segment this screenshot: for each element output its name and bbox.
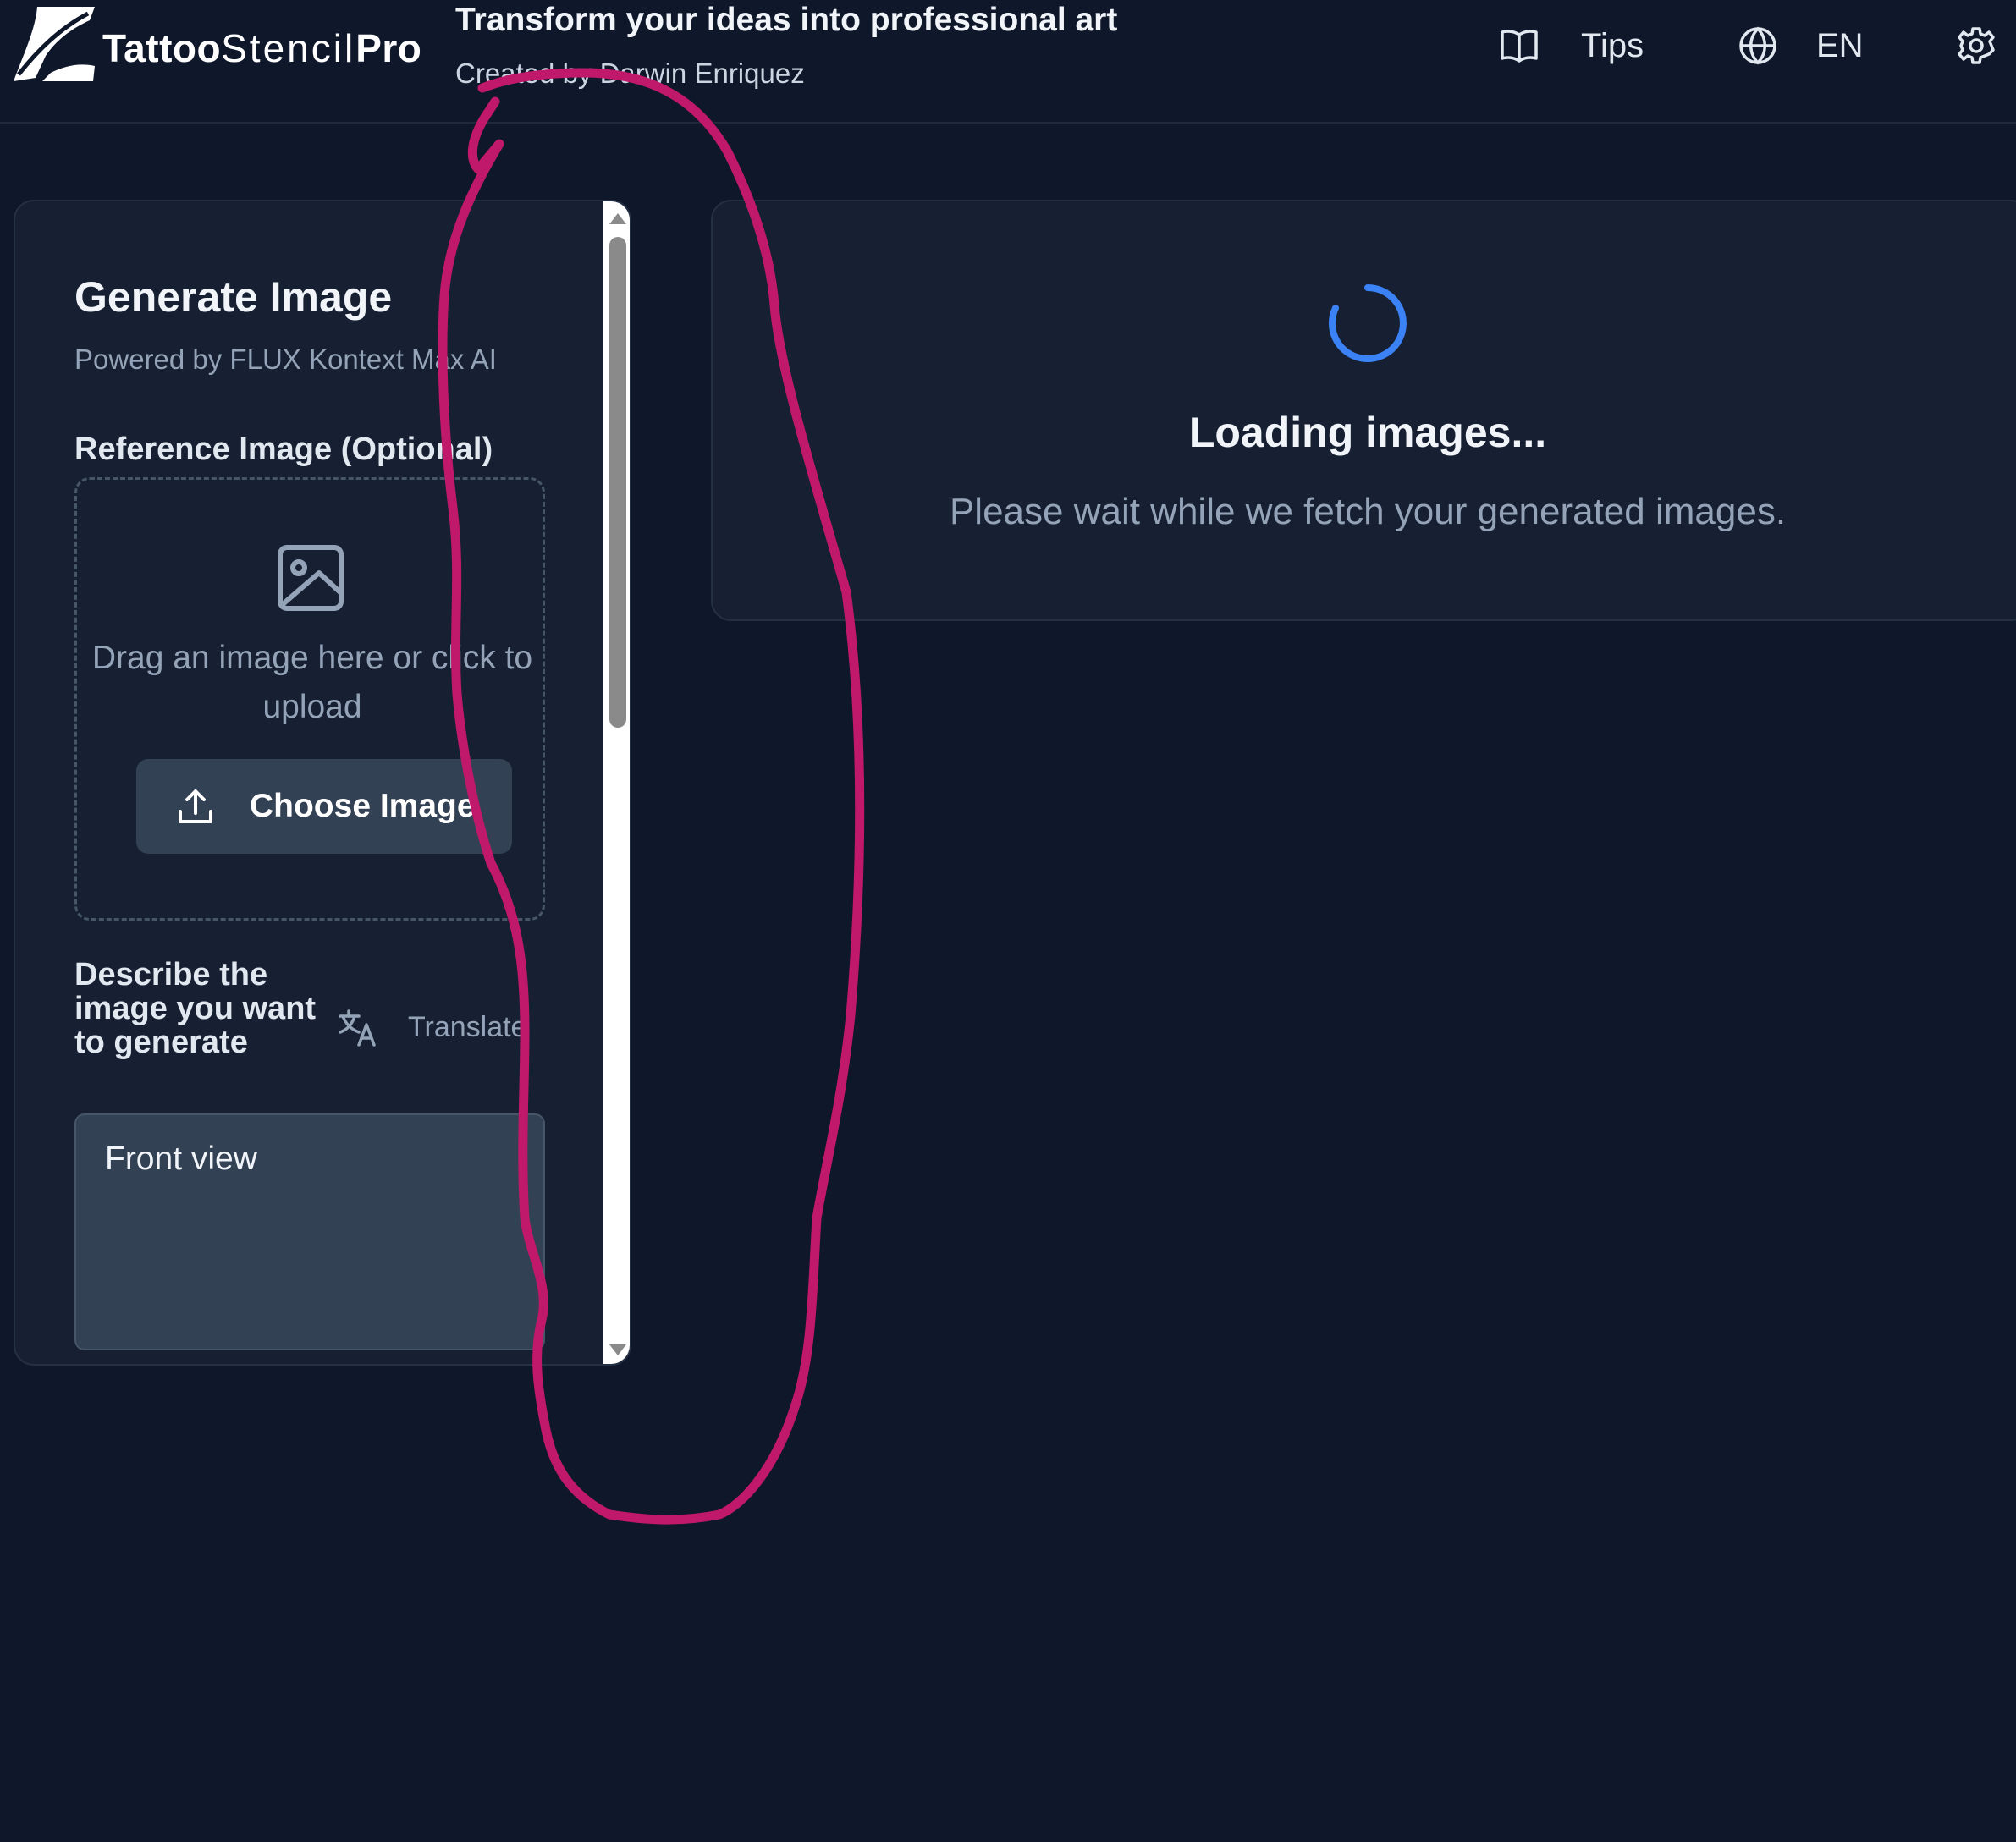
panel-title: Generate Image bbox=[74, 273, 393, 321]
description-label: Describe the image you want to generate bbox=[74, 957, 317, 1060]
choose-image-label: Choose Image bbox=[250, 788, 476, 824]
scrollbar-thumb[interactable] bbox=[609, 237, 626, 728]
image-dropzone[interactable]: Drag an image here or click to upload Ch… bbox=[74, 477, 545, 921]
settings-button[interactable] bbox=[1957, 20, 1996, 71]
language-selector[interactable]: EN bbox=[1738, 20, 1864, 71]
translate-label: Translate bbox=[408, 1010, 527, 1043]
panel-subtitle: Powered by FLUX Kontext Max AI bbox=[74, 344, 497, 375]
logo-icon bbox=[14, 7, 95, 81]
translate-icon bbox=[339, 1009, 376, 1047]
upload-icon bbox=[179, 789, 212, 823]
panel-scrollbar[interactable] bbox=[603, 201, 630, 1364]
gear-icon bbox=[1958, 27, 1995, 64]
spinner-icon bbox=[1329, 284, 1407, 362]
app-page: TattooStencilPro Transform your ideas in… bbox=[0, 0, 2016, 1842]
language-label: EN bbox=[1816, 26, 1864, 64]
brand-name-part: Stencil bbox=[221, 26, 356, 70]
brand-logo-text[interactable]: TattooStencilPro bbox=[102, 25, 421, 71]
book-icon bbox=[1501, 30, 1538, 63]
top-header: TattooStencilPro Transform your ideas in… bbox=[0, 0, 2016, 124]
image-icon bbox=[278, 545, 344, 611]
tips-button[interactable]: Tips bbox=[1500, 20, 1644, 71]
translate-button[interactable]: Translate bbox=[339, 1002, 526, 1053]
prompt-input[interactable]: Front view bbox=[74, 1113, 545, 1350]
generate-panel: Generate Image Powered by FLUX Kontext M… bbox=[14, 200, 631, 1366]
globe-icon bbox=[1739, 26, 1776, 65]
brand-name-part: Pro bbox=[355, 26, 422, 70]
brand-name-part: Tattoo bbox=[102, 26, 222, 70]
loading-title: Loading images... bbox=[1188, 409, 1547, 456]
choose-image-button[interactable]: Choose Image bbox=[136, 759, 512, 854]
dropzone-text: Drag an image here or click to upload bbox=[91, 640, 533, 725]
scroll-up-arrow-icon[interactable] bbox=[608, 210, 628, 227]
reference-image-label: Reference Image (Optional) bbox=[74, 432, 493, 467]
tagline: Transform your ideas into professional a… bbox=[455, 2, 1118, 38]
loading-message: Please wait while we fetch your generate… bbox=[949, 491, 1787, 532]
scroll-down-arrow-icon[interactable] bbox=[608, 1342, 628, 1359]
credit-text: Created by Darwin Enriquez bbox=[455, 58, 805, 89]
results-panel: Loading images... Please wait while we f… bbox=[711, 200, 2016, 621]
generate-panel-content: Generate Image Powered by FLUX Kontext M… bbox=[15, 201, 604, 1364]
tips-label: Tips bbox=[1581, 26, 1644, 64]
